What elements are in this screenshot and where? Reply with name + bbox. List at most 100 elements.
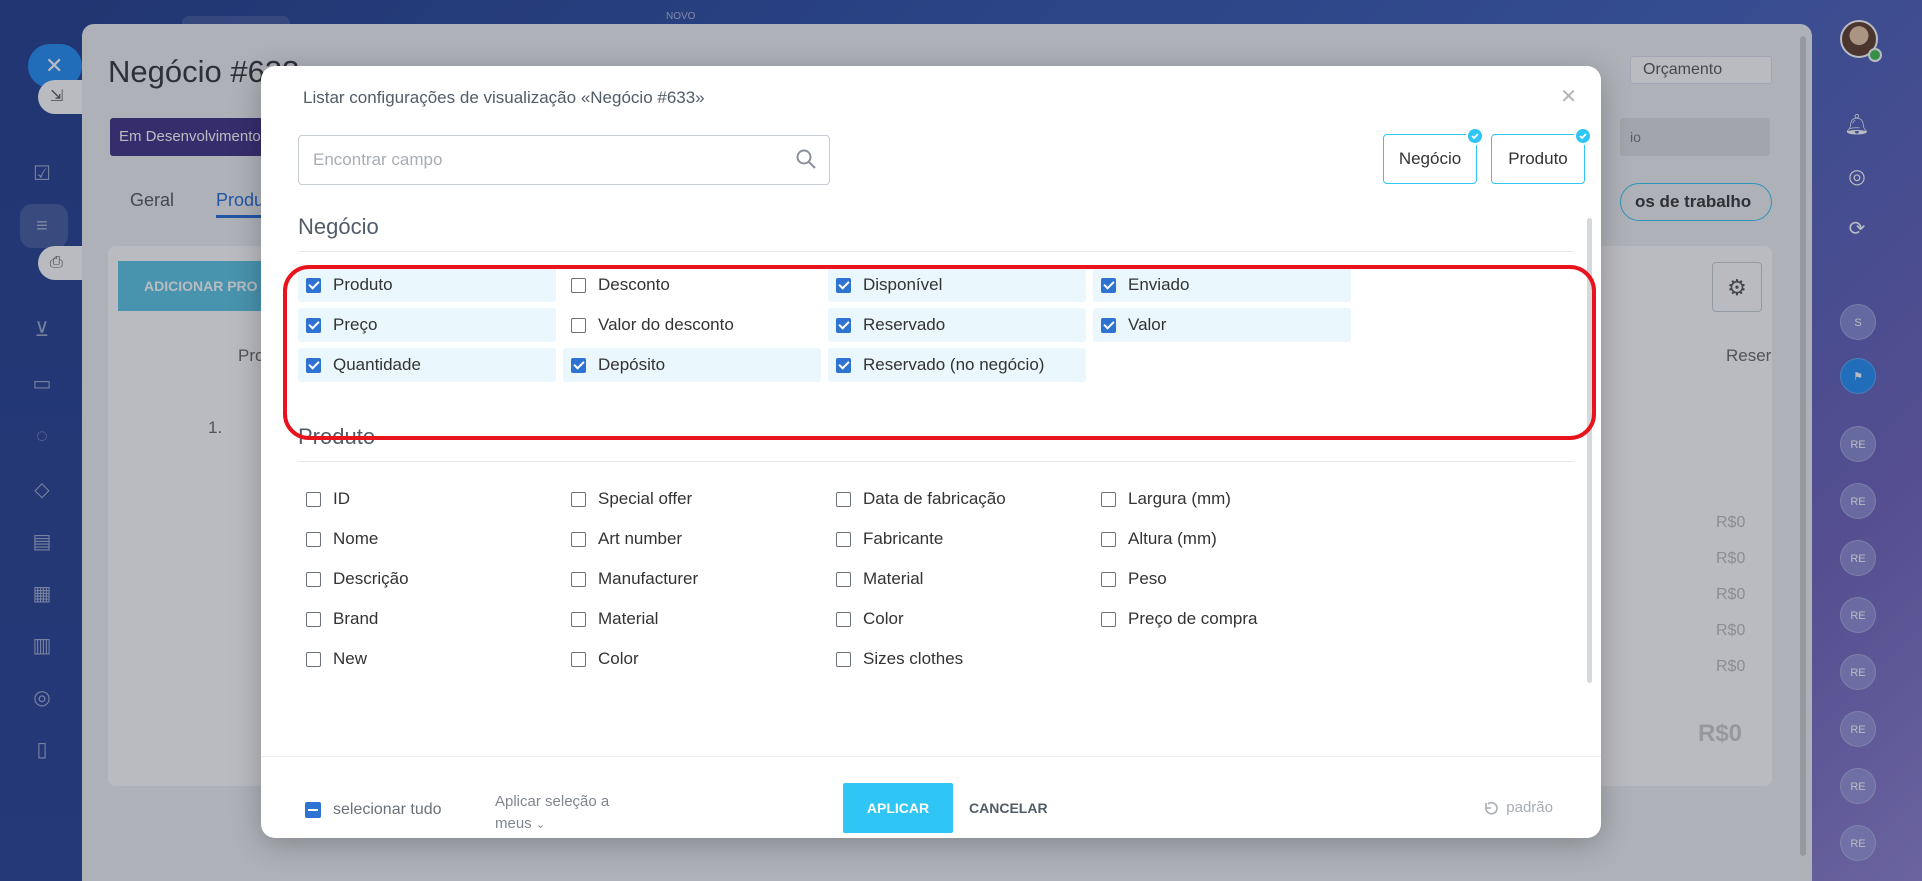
field-label: Depósito xyxy=(598,355,666,374)
indeterminate-checkbox[interactable] xyxy=(305,802,321,818)
field-option[interactable]: Altura (mm) xyxy=(1093,522,1351,556)
field-option[interactable]: ID xyxy=(298,482,556,516)
field-option[interactable]: Largura (mm) xyxy=(1093,482,1351,516)
field-option[interactable]: Fabricante xyxy=(828,522,1086,556)
field-option[interactable]: Material xyxy=(563,602,821,636)
field-option[interactable]: Peso xyxy=(1093,562,1351,596)
checkbox-unchecked[interactable] xyxy=(571,531,586,547)
field-label: Nome xyxy=(333,529,379,548)
checkbox-unchecked[interactable] xyxy=(836,491,851,507)
field-label: Special offer xyxy=(598,489,693,508)
field-option[interactable]: Preço xyxy=(298,308,556,342)
chip-label: Produto xyxy=(1508,149,1568,168)
checkbox-unchecked[interactable] xyxy=(306,531,321,547)
modal-scrollbar[interactable] xyxy=(1587,218,1592,683)
checkbox-unchecked[interactable] xyxy=(1101,531,1116,547)
checkbox-unchecked[interactable] xyxy=(571,277,586,293)
cancel-button[interactable]: CANCELAR xyxy=(969,783,1048,833)
apply-button[interactable]: APLICAR xyxy=(843,783,953,833)
checkbox-checked[interactable] xyxy=(1101,317,1116,333)
field-option[interactable]: Reservado (no negócio) xyxy=(828,348,1086,382)
checkbox-checked[interactable] xyxy=(306,357,321,373)
field-option[interactable]: Valor do desconto xyxy=(563,308,821,342)
field-option[interactable]: Brand xyxy=(298,602,556,636)
checkbox-checked[interactable] xyxy=(306,277,321,293)
search-icon[interactable] xyxy=(795,148,817,170)
checkbox-unchecked[interactable] xyxy=(306,491,321,507)
field-label: Enviado xyxy=(1128,275,1190,294)
undo-icon xyxy=(1485,801,1499,815)
field-label: Largura (mm) xyxy=(1128,489,1231,508)
fields-scroll-area[interactable]: Negócio Produto Desconto Disponível Enviado P… xyxy=(298,212,1574,746)
chip-produto[interactable]: Produto xyxy=(1491,127,1592,184)
field-label: Valor xyxy=(1128,315,1167,334)
field-search[interactable] xyxy=(298,135,830,185)
field-label: Disponível xyxy=(863,275,943,294)
field-option[interactable]: Valor xyxy=(1093,308,1351,342)
checkbox-unchecked[interactable] xyxy=(306,611,321,627)
checkbox-checked[interactable] xyxy=(836,357,851,373)
reset-default-label: padrão xyxy=(1506,799,1553,816)
field-option[interactable]: Disponível xyxy=(828,268,1086,302)
checkbox-unchecked[interactable] xyxy=(571,651,586,667)
field-label: Data de fabricação xyxy=(863,489,1006,508)
field-option[interactable]: Nome xyxy=(298,522,556,556)
reset-default-button[interactable]: padrão xyxy=(1482,799,1553,816)
search-input[interactable] xyxy=(299,136,779,184)
field-label: Fabricante xyxy=(863,529,944,548)
field-label: Art number xyxy=(598,529,683,548)
field-option[interactable]: Descrição xyxy=(298,562,556,596)
section-title: Negócio xyxy=(298,214,379,239)
checkbox-unchecked[interactable] xyxy=(571,611,586,627)
close-icon[interactable]: ✕ xyxy=(1560,84,1577,109)
apply-selection-to[interactable]: Aplicar seleção a meus ⌄ xyxy=(495,791,609,836)
section-divider xyxy=(298,251,1574,252)
checkbox-unchecked[interactable] xyxy=(836,651,851,667)
field-option[interactable]: Depósito xyxy=(563,348,821,382)
checkbox-unchecked[interactable] xyxy=(571,491,586,507)
field-option[interactable]: Desconto xyxy=(563,268,821,302)
checkbox-unchecked[interactable] xyxy=(571,317,586,333)
chip-negocio[interactable]: Negócio xyxy=(1383,127,1484,184)
checkbox-unchecked[interactable] xyxy=(1101,491,1116,507)
checkbox-unchecked[interactable] xyxy=(1101,611,1116,627)
field-option[interactable]: Quantidade xyxy=(298,348,556,382)
field-label: Desconto xyxy=(598,275,670,294)
apply-to-value: meus xyxy=(495,815,532,832)
select-all-toggle[interactable]: selecionar tudo xyxy=(305,801,442,819)
field-option[interactable]: Manufacturer xyxy=(563,562,821,596)
checkbox-checked[interactable] xyxy=(571,357,586,373)
field-option[interactable]: Enviado xyxy=(1093,268,1351,302)
field-option[interactable]: Color xyxy=(828,602,1086,636)
field-option[interactable]: Preço de compra xyxy=(1093,602,1351,636)
field-option[interactable]: Material xyxy=(828,562,1086,596)
checkbox-checked[interactable] xyxy=(1101,277,1116,293)
checkbox-checked[interactable] xyxy=(836,277,851,293)
field-option[interactable]: Produto xyxy=(298,268,556,302)
check-icon xyxy=(1466,127,1484,145)
field-option[interactable]: Data de fabricação xyxy=(828,482,1086,516)
checkbox-unchecked[interactable] xyxy=(571,571,586,587)
field-option[interactable]: Color xyxy=(563,642,821,676)
field-option[interactable]: Special offer xyxy=(563,482,821,516)
checkbox-unchecked[interactable] xyxy=(1101,571,1116,587)
checkbox-unchecked[interactable] xyxy=(306,571,321,587)
checkbox-unchecked[interactable] xyxy=(836,571,851,587)
field-label: Brand xyxy=(333,609,379,628)
chevron-down-icon: ⌄ xyxy=(535,819,546,831)
field-label: Color xyxy=(863,609,904,628)
field-label: Altura (mm) xyxy=(1128,529,1217,548)
field-option[interactable]: Art number xyxy=(563,522,821,556)
modal-footer: selecionar tudo Aplicar seleção a meus ⌄… xyxy=(261,756,1601,838)
field-option[interactable]: New xyxy=(298,642,556,676)
checkbox-unchecked[interactable] xyxy=(836,531,851,547)
field-option[interactable]: Reservado xyxy=(828,308,1086,342)
select-all-label: selecionar tudo xyxy=(333,801,442,818)
view-settings-modal: Listar configurações de visualização «Ne… xyxy=(261,66,1601,838)
field-option[interactable]: Sizes clothes xyxy=(828,642,1086,676)
checkbox-unchecked[interactable] xyxy=(306,651,321,667)
checkbox-checked[interactable] xyxy=(836,317,851,333)
check-icon xyxy=(1574,127,1592,145)
checkbox-unchecked[interactable] xyxy=(836,611,851,627)
checkbox-checked[interactable] xyxy=(306,317,321,333)
